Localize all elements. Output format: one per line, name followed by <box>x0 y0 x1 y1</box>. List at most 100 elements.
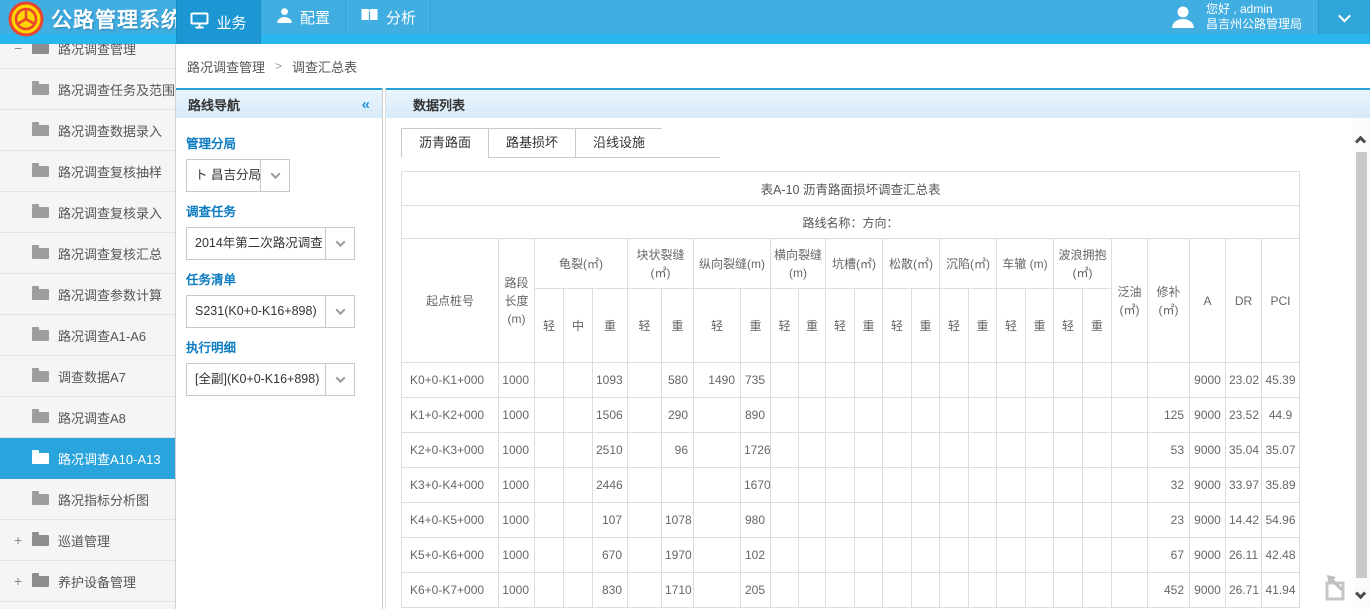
table-cell <box>1112 573 1148 608</box>
chevron-up-icon <box>1354 136 1365 147</box>
select-dropdown-button[interactable] <box>325 364 354 395</box>
table-cell <box>535 363 564 398</box>
table-cell: 9000 <box>1190 468 1226 503</box>
table-cell <box>1083 468 1112 503</box>
scroll-down-button[interactable] <box>1353 585 1370 605</box>
sidebar-item-巡道管理[interactable]: +巡道管理 <box>0 520 175 561</box>
chevron-down-icon <box>1338 9 1351 22</box>
top-nav-分析[interactable]: 分析 <box>346 0 431 34</box>
sidebar-item-路况调查参数计算[interactable]: 路况调查参数计算 <box>0 274 175 315</box>
table-row: K4+0-K5+0001000107107898023900014.4254.9… <box>402 503 1300 538</box>
select-调查任务[interactable]: 2014年第二次路况调查 <box>186 227 355 260</box>
sidebar-item-路况调查复核抽样[interactable]: 路况调查复核抽样 <box>0 151 175 192</box>
sidebar-item-路况调查A8[interactable]: 路况调查A8 <box>0 397 175 438</box>
table-cell <box>1148 363 1190 398</box>
scroll-up-button[interactable] <box>1353 130 1370 150</box>
table-header-group-row: 起点桩号路段长度(m)龟裂(㎡)块状裂缝(㎡)纵向裂缝(m)横向裂缝(m)坑槽(… <box>402 239 1300 289</box>
column-header: 起点桩号 <box>402 239 499 363</box>
select-管理分局[interactable]: ト 昌吉分局 <box>186 159 290 192</box>
top-nav-配置[interactable]: 配置 <box>261 0 346 34</box>
sidebar-item-调查数据A7[interactable]: 调查数据A7 <box>0 356 175 397</box>
table-cell <box>535 398 564 433</box>
collapse-panel-icon[interactable]: « <box>362 96 370 113</box>
data-list-title: 数据列表 <box>413 95 465 114</box>
folder-icon <box>32 330 49 341</box>
sidebar-item-路况指标分析图[interactable]: 路况指标分析图 <box>0 479 175 520</box>
column-header: A <box>1190 239 1226 363</box>
sidebar-item-养护设备管理[interactable]: +养护设备管理 <box>0 561 175 602</box>
user-info[interactable]: 您好 , admin 昌吉州公路管理局 <box>1169 0 1318 34</box>
vertical-scrollbar[interactable] <box>1353 118 1370 609</box>
summary-table: 表A-10 沥青路面损坏调查汇总表路线名称：方向：起点桩号路段长度(m)龟裂(㎡… <box>401 171 1300 608</box>
chevron-down-icon <box>270 169 280 179</box>
tab-路基损坏[interactable]: 路基损坏 <box>488 128 575 158</box>
table-cell <box>564 468 593 503</box>
table-cell <box>1026 538 1054 573</box>
tab-沿线设施[interactable]: 沿线设施 <box>575 128 662 158</box>
table-cell: 1000 <box>499 398 535 433</box>
breadcrumb-item[interactable]: 路况调查管理 <box>187 57 265 76</box>
sidebar-item-路况调查管理[interactable]: −路况调查管理 <box>0 44 175 69</box>
table-cell: 125 <box>1148 398 1190 433</box>
table-cell: 45.39 <box>1262 363 1300 398</box>
select-执行明细[interactable]: [全副](K0+0-K16+898) <box>186 363 355 396</box>
table-cell: 205 <box>741 573 771 608</box>
severity-header: 轻 <box>1054 289 1083 363</box>
table-cell <box>799 398 826 433</box>
table-cell <box>628 538 662 573</box>
folder-icon <box>32 576 49 587</box>
sidebar-item-路况调查A1-A6[interactable]: 路况调查A1-A6 <box>0 315 175 356</box>
app-title: 公路管理系统 <box>51 4 183 34</box>
severity-header: 重 <box>1026 289 1054 363</box>
table-cell <box>535 433 564 468</box>
table-subtitle: 路线名称：方向： <box>402 206 1300 239</box>
table-cell <box>855 573 883 608</box>
table-cell <box>826 363 855 398</box>
table-cell <box>1026 363 1054 398</box>
table-cell: 9000 <box>1190 503 1226 538</box>
select-value: 2014年第二次路况调查 <box>187 228 325 259</box>
table-cell <box>912 398 940 433</box>
expand-icon[interactable] <box>1323 574 1349 602</box>
table-cell <box>771 433 799 468</box>
table-cell <box>826 538 855 573</box>
table-cell <box>940 433 969 468</box>
sidebar-item-路况调查A10-A13[interactable]: 路况调查A10-A13 <box>0 438 175 479</box>
table-cell <box>1026 573 1054 608</box>
table-cell <box>1083 433 1112 468</box>
select-value: [全副](K0+0-K16+898) <box>187 364 325 395</box>
table-cell: 1970 <box>662 538 694 573</box>
top-nav-业务[interactable]: 业务 <box>176 0 261 44</box>
application-window: 公路管理系统 业务配置分析 您好 , admin 昌吉州公路管理局 −路况调查管… <box>0 0 1370 609</box>
table-cell: 44.9 <box>1262 398 1300 433</box>
table-cell <box>969 538 997 573</box>
table-row: K3+0-K4+00010002446167032900033.9735.89 <box>402 468 1300 503</box>
select-dropdown-button[interactable] <box>325 296 354 327</box>
table-cell <box>826 398 855 433</box>
column-header: 路段长度(m) <box>499 239 535 363</box>
table-cell <box>535 503 564 538</box>
scrollbar-thumb[interactable] <box>1356 152 1367 578</box>
field-label-任务清单: 任务清单 <box>186 269 372 288</box>
table-cell: 26.11 <box>1226 538 1262 573</box>
table-cell: 890 <box>741 398 771 433</box>
folder-icon <box>32 207 49 218</box>
table-cell <box>564 573 593 608</box>
column-header: 块状裂缝(㎡) <box>628 239 694 289</box>
table-title: 表A-10 沥青路面损坏调查汇总表 <box>402 172 1300 206</box>
sidebar-item-路况调查数据录入[interactable]: 路况调查数据录入 <box>0 110 175 151</box>
table-cell <box>940 468 969 503</box>
table-cell <box>912 363 940 398</box>
breadcrumb-separator: > <box>275 59 282 73</box>
table-cell <box>799 468 826 503</box>
sidebar-item-路况调查复核汇总[interactable]: 路况调查复核汇总 <box>0 233 175 274</box>
breadcrumb-item[interactable]: 调查汇总表 <box>292 57 357 76</box>
table-cell <box>799 538 826 573</box>
tab-沥青路面[interactable]: 沥青路面 <box>401 128 488 158</box>
select-dropdown-button[interactable] <box>260 160 289 191</box>
sidebar-item-路况调查复核录入[interactable]: 路况调查复核录入 <box>0 192 175 233</box>
select-dropdown-button[interactable] <box>325 228 354 259</box>
user-menu-button[interactable] <box>1318 0 1370 34</box>
sidebar-item-路况调查任务及范围[interactable]: 路况调查任务及范围 <box>0 69 175 110</box>
select-任务清单[interactable]: S231(K0+0-K16+898) <box>186 295 355 328</box>
